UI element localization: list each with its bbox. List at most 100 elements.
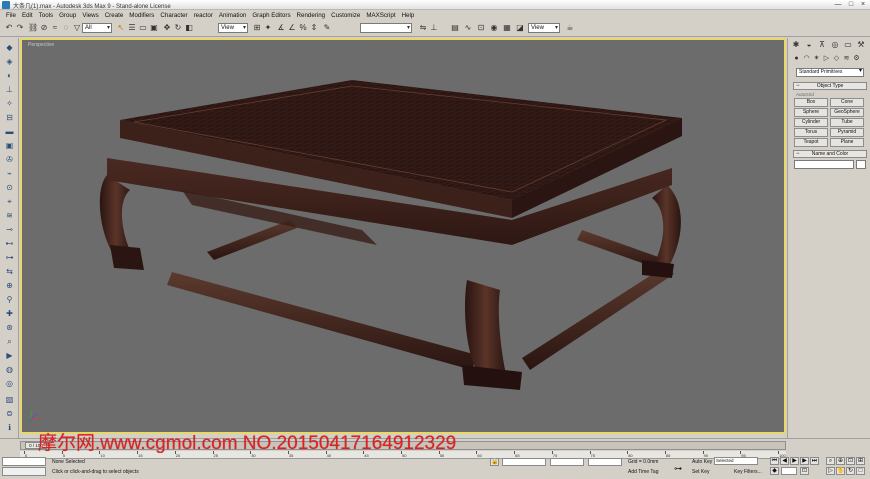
reactor-water-icon[interactable]: ≋: [4, 210, 15, 221]
tube-button[interactable]: Tube: [830, 118, 864, 127]
key-selection-dropdown[interactable]: Selected: [714, 457, 758, 465]
menu-animation[interactable]: Animation: [219, 12, 247, 19]
zoom-all-icon[interactable]: ⊕: [836, 457, 845, 465]
menu-graph-editors[interactable]: Graph Editors: [252, 12, 290, 19]
render-view-dropdown[interactable]: View: [528, 23, 560, 33]
menu-views[interactable]: Views: [82, 12, 98, 19]
sphere-button[interactable]: Sphere: [794, 108, 828, 117]
maxscript-listener-field[interactable]: [2, 457, 46, 466]
reactor-prismatic-icon[interactable]: ⇆: [4, 266, 15, 277]
reactor-ragdoll-icon[interactable]: ⚲: [4, 294, 15, 305]
reactor-convex-icon[interactable]: ◎: [4, 378, 15, 389]
reactor-mesh-icon[interactable]: ▧: [4, 394, 15, 405]
reactor-fracture-2-icon[interactable]: ✚: [4, 308, 15, 319]
curve-editor-icon[interactable]: ∿: [463, 23, 473, 33]
zoom-extents-icon[interactable]: ⊡: [846, 457, 855, 465]
layer-manager-icon[interactable]: ▤: [450, 23, 460, 33]
edit-named-selection-icon[interactable]: ✎: [322, 23, 332, 33]
select-rotate-icon[interactable]: ↻: [173, 23, 183, 33]
quick-render-icon[interactable]: ☕: [565, 23, 575, 33]
reactor-hinge-icon[interactable]: ⊷: [4, 238, 15, 249]
spacewarps-icon[interactable]: ≋: [842, 54, 851, 63]
x-coordinate-field[interactable]: [502, 458, 546, 466]
modify-tab-icon[interactable]: ◒: [804, 40, 814, 50]
unlink-icon[interactable]: ⊘: [39, 23, 49, 33]
set-key-button[interactable]: Set Key: [692, 469, 710, 475]
plane-button[interactable]: Plane: [830, 138, 864, 147]
name-color-rollout[interactable]: Name and Color: [793, 150, 867, 158]
minimize-button[interactable]: —: [832, 0, 844, 9]
primitive-category-dropdown[interactable]: Standard Primitives: [796, 68, 864, 77]
select-scale-icon[interactable]: ◧: [184, 23, 194, 33]
select-by-name-icon[interactable]: ☰: [127, 23, 137, 33]
filter-icon[interactable]: ▽: [72, 23, 82, 33]
z-coordinate-field[interactable]: [588, 458, 622, 466]
object-color-swatch[interactable]: [856, 160, 866, 169]
reactor-fix-icon[interactable]: ⊜: [4, 408, 15, 419]
helpers-icon[interactable]: ◇: [832, 54, 841, 63]
bind-icon[interactable]: ◌: [61, 23, 71, 33]
menu-customize[interactable]: Customize: [331, 12, 360, 19]
select-link-icon[interactable]: ⛓: [28, 23, 38, 33]
menu-reactor[interactable]: reactor: [194, 12, 213, 19]
mirror-icon[interactable]: ⇋: [418, 23, 428, 33]
teapot-button[interactable]: Teapot: [794, 138, 828, 147]
reactor-car-wheel-icon[interactable]: ⊕: [4, 280, 15, 291]
lock-selection-icon[interactable]: 🔒: [490, 458, 499, 466]
cone-button[interactable]: Cone: [830, 98, 864, 107]
utilities-tab-icon[interactable]: ⚒: [856, 40, 866, 50]
zoom-icon[interactable]: ⌕: [826, 457, 835, 465]
window-crossing-icon[interactable]: ▣: [149, 23, 159, 33]
cylinder-button[interactable]: Cylinder: [794, 118, 828, 127]
spinner-snap-icon[interactable]: ⇕: [309, 23, 319, 33]
reactor-preview-icon[interactable]: ▶: [4, 350, 15, 361]
render-frame-icon[interactable]: ◪: [515, 23, 525, 33]
y-coordinate-field[interactable]: [550, 458, 584, 466]
pyramid-button[interactable]: Pyramid: [830, 128, 864, 137]
maximize-viewport-icon[interactable]: □: [856, 467, 865, 475]
render-setup-icon[interactable]: ▦: [502, 23, 512, 33]
reactor-analyze-icon[interactable]: ⌕: [4, 336, 15, 347]
goto-start-icon[interactable]: ⏮: [770, 457, 779, 465]
close-button[interactable]: ×: [857, 0, 869, 9]
pan-icon[interactable]: ✋: [836, 467, 845, 475]
reactor-property-icon[interactable]: ⊛: [4, 322, 15, 333]
snaps-toggle-icon[interactable]: ∡: [276, 23, 286, 33]
menu-rendering[interactable]: Rendering: [297, 12, 326, 19]
key-filters-button[interactable]: Key Filters...: [734, 469, 762, 475]
rectangle-region-icon[interactable]: ▭: [138, 23, 148, 33]
previous-frame-icon[interactable]: ◀: [780, 457, 789, 465]
zoom-extents-all-icon[interactable]: ⊞: [856, 457, 865, 465]
maximize-button[interactable]: □: [845, 0, 857, 9]
object-type-rollout[interactable]: Object Type: [793, 82, 867, 90]
reactor-softbody-icon[interactable]: ◐: [4, 70, 15, 81]
schematic-view-icon[interactable]: ⊡: [476, 23, 486, 33]
play-icon[interactable]: ▶: [790, 457, 799, 465]
menu-help[interactable]: Help: [402, 12, 415, 19]
angle-snap-icon[interactable]: ∠: [287, 23, 297, 33]
reactor-toy-car-icon[interactable]: ⊙: [4, 182, 15, 193]
box-button[interactable]: Box: [794, 98, 828, 107]
key-mode-toggle-icon[interactable]: ◆: [770, 467, 779, 475]
shapes-icon[interactable]: ◠: [802, 54, 811, 63]
field-of-view-icon[interactable]: ▷: [826, 467, 835, 475]
reactor-info-icon[interactable]: ℹ: [4, 422, 15, 433]
bind-spacewarp-icon[interactable]: ≈: [50, 23, 60, 33]
torus-button[interactable]: Torus: [794, 128, 828, 137]
named-selection-dropdown[interactable]: [360, 23, 412, 33]
menu-edit[interactable]: Edit: [22, 12, 33, 19]
menu-file[interactable]: File: [6, 12, 16, 19]
add-time-tag[interactable]: Add Time Tag: [628, 469, 658, 475]
menu-character[interactable]: Character: [160, 12, 187, 19]
menu-group[interactable]: Group: [59, 12, 76, 19]
create-tab-icon[interactable]: ✱: [791, 40, 801, 50]
reactor-create-animation-icon[interactable]: ◍: [4, 364, 15, 375]
menu-tools[interactable]: Tools: [39, 12, 53, 19]
arc-rotate-icon[interactable]: ↻: [846, 467, 855, 475]
cameras-icon[interactable]: ▷: [822, 54, 831, 63]
manipulate-icon[interactable]: ✦: [263, 23, 273, 33]
reactor-rope-icon[interactable]: ⊥: [4, 84, 15, 95]
key-mode-icon[interactable]: ⊶: [674, 464, 682, 473]
current-frame-field[interactable]: [781, 467, 797, 475]
reactor-deform-icon[interactable]: ✧: [4, 98, 15, 109]
